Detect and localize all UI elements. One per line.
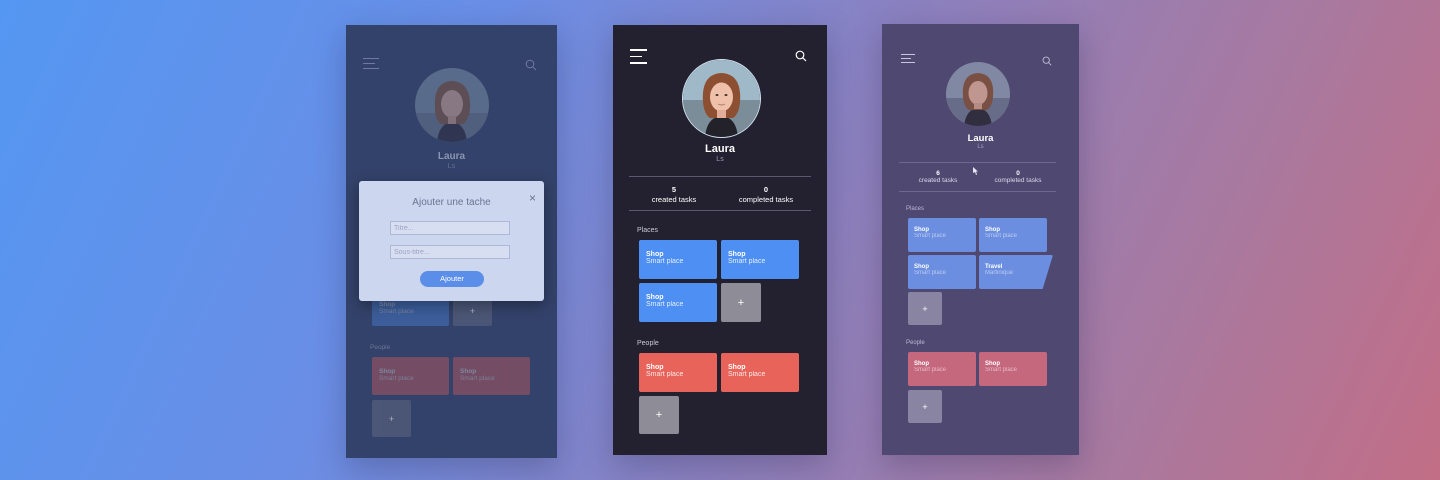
card-subtitle: Smart place (985, 367, 1018, 373)
stat-value: 5 (671, 185, 677, 194)
stat-completed: 0 completed tasks (726, 185, 806, 204)
add-person-button[interactable]: + (908, 390, 942, 423)
modal-title: Ajouter une tache (412, 197, 491, 208)
search-icon[interactable] (795, 49, 807, 62)
card-subtitle: Smart place (646, 371, 684, 378)
profile-handle: Ls (716, 156, 724, 163)
divider (629, 176, 811, 177)
card-subtitle: Smart place (646, 301, 684, 308)
card-subtitle: Smart place (728, 258, 766, 265)
hamburger-menu-icon[interactable] (901, 54, 915, 63)
profile-name: Laura (705, 143, 735, 155)
card-subtitle: Smart place (985, 233, 1018, 239)
avatar (682, 59, 761, 138)
stat-value: 0 (763, 185, 769, 194)
add-task-modal: Ajouter une tache × Ajouter (359, 181, 544, 301)
card-subtitle: Smart place (914, 367, 947, 373)
avatar (946, 62, 1010, 126)
stat-label: created tasks (651, 195, 697, 204)
card-subtitle: Martinique (985, 270, 1014, 276)
card-subtitle: Smart place (728, 371, 766, 378)
stat-created: 5 created tasks (639, 185, 709, 204)
profile-name: Laura (967, 133, 994, 144)
card-title: Shop (646, 294, 664, 301)
phone-screen-profile-new-task: Laura Ls 6 created tasks 0 completed tas… (882, 24, 1079, 455)
place-card[interactable]: Shop Smart place (639, 240, 717, 279)
card-title: Shop (646, 364, 664, 371)
person-card[interactable]: Shop Smart place (721, 353, 799, 392)
search-icon[interactable] (1042, 53, 1052, 66)
place-card[interactable]: Shop Smart place (639, 283, 717, 322)
stat-label: completed tasks (994, 177, 1042, 184)
person-card[interactable]: Shop Smart place (979, 352, 1047, 386)
place-card[interactable]: Shop Smart place (721, 240, 799, 279)
profile-handle: Ls (977, 144, 984, 150)
subtitle-input[interactable] (390, 245, 510, 259)
close-icon[interactable]: × (529, 191, 536, 205)
add-place-button[interactable]: + (721, 283, 761, 322)
card-subtitle: Smart place (646, 258, 684, 265)
place-card[interactable]: Shop Smart place (908, 218, 976, 252)
hamburger-menu-icon[interactable] (630, 49, 647, 64)
divider (899, 191, 1056, 192)
stat-label: created tasks (918, 177, 958, 184)
add-person-button[interactable]: + (639, 396, 679, 434)
section-label-people: People (637, 340, 659, 347)
add-label: + (655, 409, 663, 421)
place-card[interactable]: Shop Smart place (979, 218, 1047, 252)
add-label: + (737, 296, 745, 309)
section-label-people: People (906, 340, 925, 346)
stat-label: completed tasks (738, 195, 794, 204)
card-subtitle: Smart place (914, 270, 947, 276)
add-label: + (922, 303, 928, 314)
stat-value: 0 (1016, 170, 1020, 177)
cursor-icon (971, 163, 979, 175)
card-title: Shop (728, 364, 746, 371)
section-label-places: Places (637, 227, 659, 234)
place-card-dragging[interactable]: Travel Martinique (979, 255, 1053, 289)
person-card[interactable]: Shop Smart place (639, 353, 717, 392)
section-label-places: Places (906, 206, 925, 212)
stat-completed: 0 completed tasks (983, 170, 1053, 184)
card-title: Shop (646, 251, 664, 258)
divider (629, 210, 811, 211)
card-subtitle: Smart place (914, 233, 947, 239)
card-title: Shop (728, 251, 746, 258)
phone-screen-profile: Laura Ls 5 created tasks 0 completed tas… (613, 25, 827, 455)
phone-screen-add-task: Laura Ls Shop Smart place + People Shop … (346, 25, 557, 458)
add-label: + (922, 401, 928, 412)
title-input[interactable] (390, 221, 510, 235)
submit-button[interactable]: Ajouter (420, 271, 484, 287)
place-card[interactable]: Shop Smart place (908, 255, 976, 289)
stat-value: 6 (936, 170, 940, 177)
stat-created: 6 created tasks (906, 170, 970, 184)
person-card[interactable]: Shop Smart place (908, 352, 976, 386)
add-place-button[interactable]: + (908, 292, 942, 325)
